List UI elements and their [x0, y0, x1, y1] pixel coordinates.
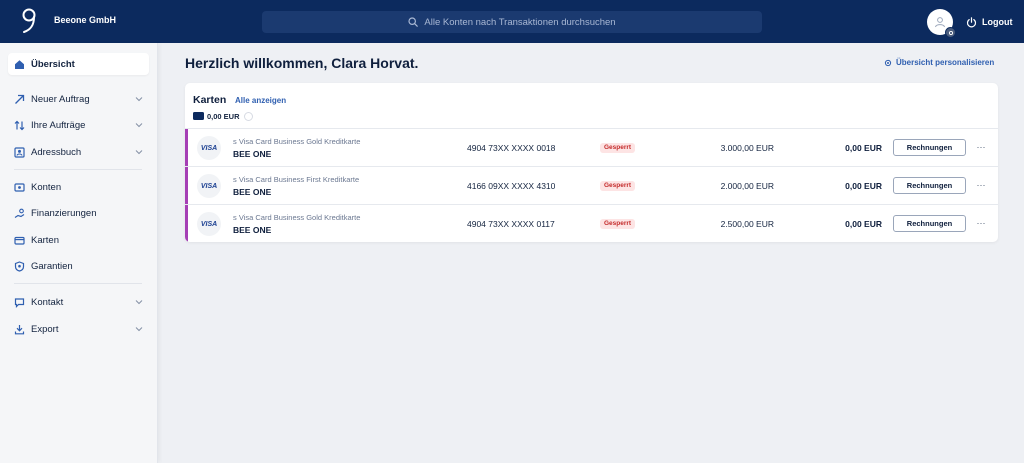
- sidebar-item-karten[interactable]: Karten: [8, 229, 149, 251]
- sidebar-item-label: Konten: [31, 181, 62, 193]
- row-accent: [185, 205, 188, 242]
- card-balance: 0,00 EUR: [845, 143, 882, 153]
- arrow-up-right-icon: [15, 94, 25, 104]
- info-icon[interactable]: [243, 111, 253, 121]
- chevron-down-icon: [135, 300, 143, 305]
- card-number: 4904 73XX XXXX 0018: [467, 143, 556, 153]
- sidebar-item-label: Garantien: [31, 260, 73, 272]
- card-number: 4904 73XX XXXX 0117: [467, 219, 555, 229]
- chat-icon: [14, 297, 25, 308]
- chevron-down-icon: [135, 123, 143, 128]
- invoices-button[interactable]: Rechnungen: [893, 139, 966, 156]
- status-badge: Gesperrt: [600, 143, 636, 153]
- visa-logo-icon: VISA: [197, 212, 221, 236]
- chevron-down-icon: [135, 327, 143, 332]
- sidebar-item-label: Adressbuch: [31, 146, 82, 158]
- card-type: s Visa Card Business Gold Kreditkarte: [233, 213, 361, 222]
- page-title: Herzlich willkommen, Clara Horvat.: [185, 55, 419, 71]
- personalize-link[interactable]: Übersicht personalisieren: [884, 58, 994, 67]
- settings-badge-icon[interactable]: [945, 27, 956, 38]
- chevron-down-icon: [135, 150, 143, 155]
- top-bar: Beeone GmbH Alle Konten nach Transaktion…: [0, 0, 1024, 43]
- sidebar-item-export[interactable]: Export: [8, 318, 149, 340]
- card-row[interactable]: VISA s Visa Card Business Gold Kreditkar…: [185, 204, 998, 242]
- sidebar-item-label: Übersicht: [31, 58, 75, 70]
- contacts-icon: [14, 146, 25, 158]
- visa-logo-icon: VISA: [197, 136, 221, 160]
- card-row[interactable]: VISA s Visa Card Business First Kreditka…: [185, 166, 998, 205]
- more-options-icon[interactable]: ···: [975, 217, 987, 229]
- panel-title: Karten: [193, 94, 227, 106]
- sidebar-item-uebersicht[interactable]: Übersicht: [8, 53, 149, 75]
- search-placeholder: Alle Konten nach Transaktionen durchsuch…: [424, 16, 616, 28]
- card-balance: 0,00 EUR: [845, 181, 882, 191]
- logout-label: Logout: [982, 17, 1013, 27]
- card-type: s Visa Card Business Gold Kreditkarte: [233, 137, 361, 146]
- card-balance: 0,00 EUR: [845, 219, 882, 229]
- status-badge: Gesperrt: [600, 219, 636, 229]
- accounts-icon: [14, 182, 25, 192]
- cards-total: 0,00 EUR: [193, 111, 253, 121]
- card-row[interactable]: VISA s Visa Card Business Gold Kreditkar…: [185, 128, 998, 167]
- card-limit: 2.500,00 EUR: [720, 219, 774, 229]
- cards-total-amount: 0,00 EUR: [207, 111, 240, 121]
- sidebar-item-finanzierungen[interactable]: Finanzierungen: [8, 202, 149, 224]
- sidebar-item-adressbuch[interactable]: Adressbuch: [8, 141, 149, 163]
- card-icon: [193, 112, 204, 120]
- invoices-button[interactable]: Rechnungen: [893, 215, 966, 232]
- sidebar-item-label: Ihre Aufträge: [31, 119, 86, 131]
- card-icon: [14, 236, 25, 245]
- card-holder: BEE ONE: [233, 187, 272, 197]
- status-badge: Gesperrt: [600, 181, 636, 191]
- brand-logo-icon[interactable]: [20, 8, 38, 34]
- swap-icon: [14, 120, 25, 130]
- sidebar-item-label: Finanzierungen: [31, 207, 97, 219]
- power-icon: [966, 16, 977, 27]
- sidebar-item-label: Neuer Auftrag: [31, 93, 90, 105]
- sidebar-item-label: Export: [31, 323, 59, 335]
- home-icon: [15, 59, 24, 69]
- more-options-icon[interactable]: ···: [975, 141, 987, 153]
- financing-icon: [14, 208, 25, 218]
- sidebar-item-label: Karten: [31, 234, 59, 246]
- card-limit: 2.000,00 EUR: [720, 181, 774, 191]
- card-holder: BEE ONE: [233, 149, 272, 159]
- company-name: Beeone GmbH: [54, 15, 117, 25]
- card-type: s Visa Card Business First Kreditkarte: [233, 175, 360, 184]
- user-icon: [935, 17, 945, 28]
- more-options-icon[interactable]: ···: [975, 179, 987, 191]
- sidebar-item-label: Kontakt: [31, 296, 64, 308]
- avatar[interactable]: [927, 9, 956, 38]
- divider: [14, 283, 142, 284]
- logout-button[interactable]: Logout: [966, 14, 1013, 30]
- sidebar-item-garantien[interactable]: Garantien: [8, 255, 149, 277]
- invoices-button[interactable]: Rechnungen: [893, 177, 966, 194]
- divider: [14, 169, 142, 170]
- cards-panel: Karten Alle anzeigen 0,00 EUR VISA s Vis…: [185, 83, 998, 242]
- card-holder: BEE ONE: [233, 225, 272, 235]
- visa-logo-icon: VISA: [197, 174, 221, 198]
- personalize-label: Übersicht personalisieren: [896, 58, 995, 67]
- row-accent: [185, 167, 188, 205]
- download-icon: [14, 324, 25, 334]
- sidebar-item-neuer-auftrag[interactable]: Neuer Auftrag: [8, 88, 149, 110]
- sidebar-item-kontakt[interactable]: Kontakt: [8, 291, 149, 313]
- card-number: 4166 09XX XXXX 4310: [467, 181, 556, 191]
- sidebar-item-ihre-auftraege[interactable]: Ihre Aufträge: [8, 114, 149, 136]
- row-accent: [185, 129, 188, 167]
- search-icon: [408, 17, 419, 27]
- sidebar: Übersicht Neuer Auftrag Ihre Aufträge Ad…: [0, 43, 158, 463]
- search-input[interactable]: Alle Konten nach Transaktionen durchsuch…: [262, 11, 762, 33]
- shield-icon: [14, 260, 25, 272]
- gear-icon: [884, 59, 892, 66]
- card-limit: 3.000,00 EUR: [720, 143, 774, 153]
- sidebar-item-konten[interactable]: Konten: [8, 176, 149, 198]
- chevron-down-icon: [135, 97, 143, 102]
- show-all-link[interactable]: Alle anzeigen: [235, 96, 286, 105]
